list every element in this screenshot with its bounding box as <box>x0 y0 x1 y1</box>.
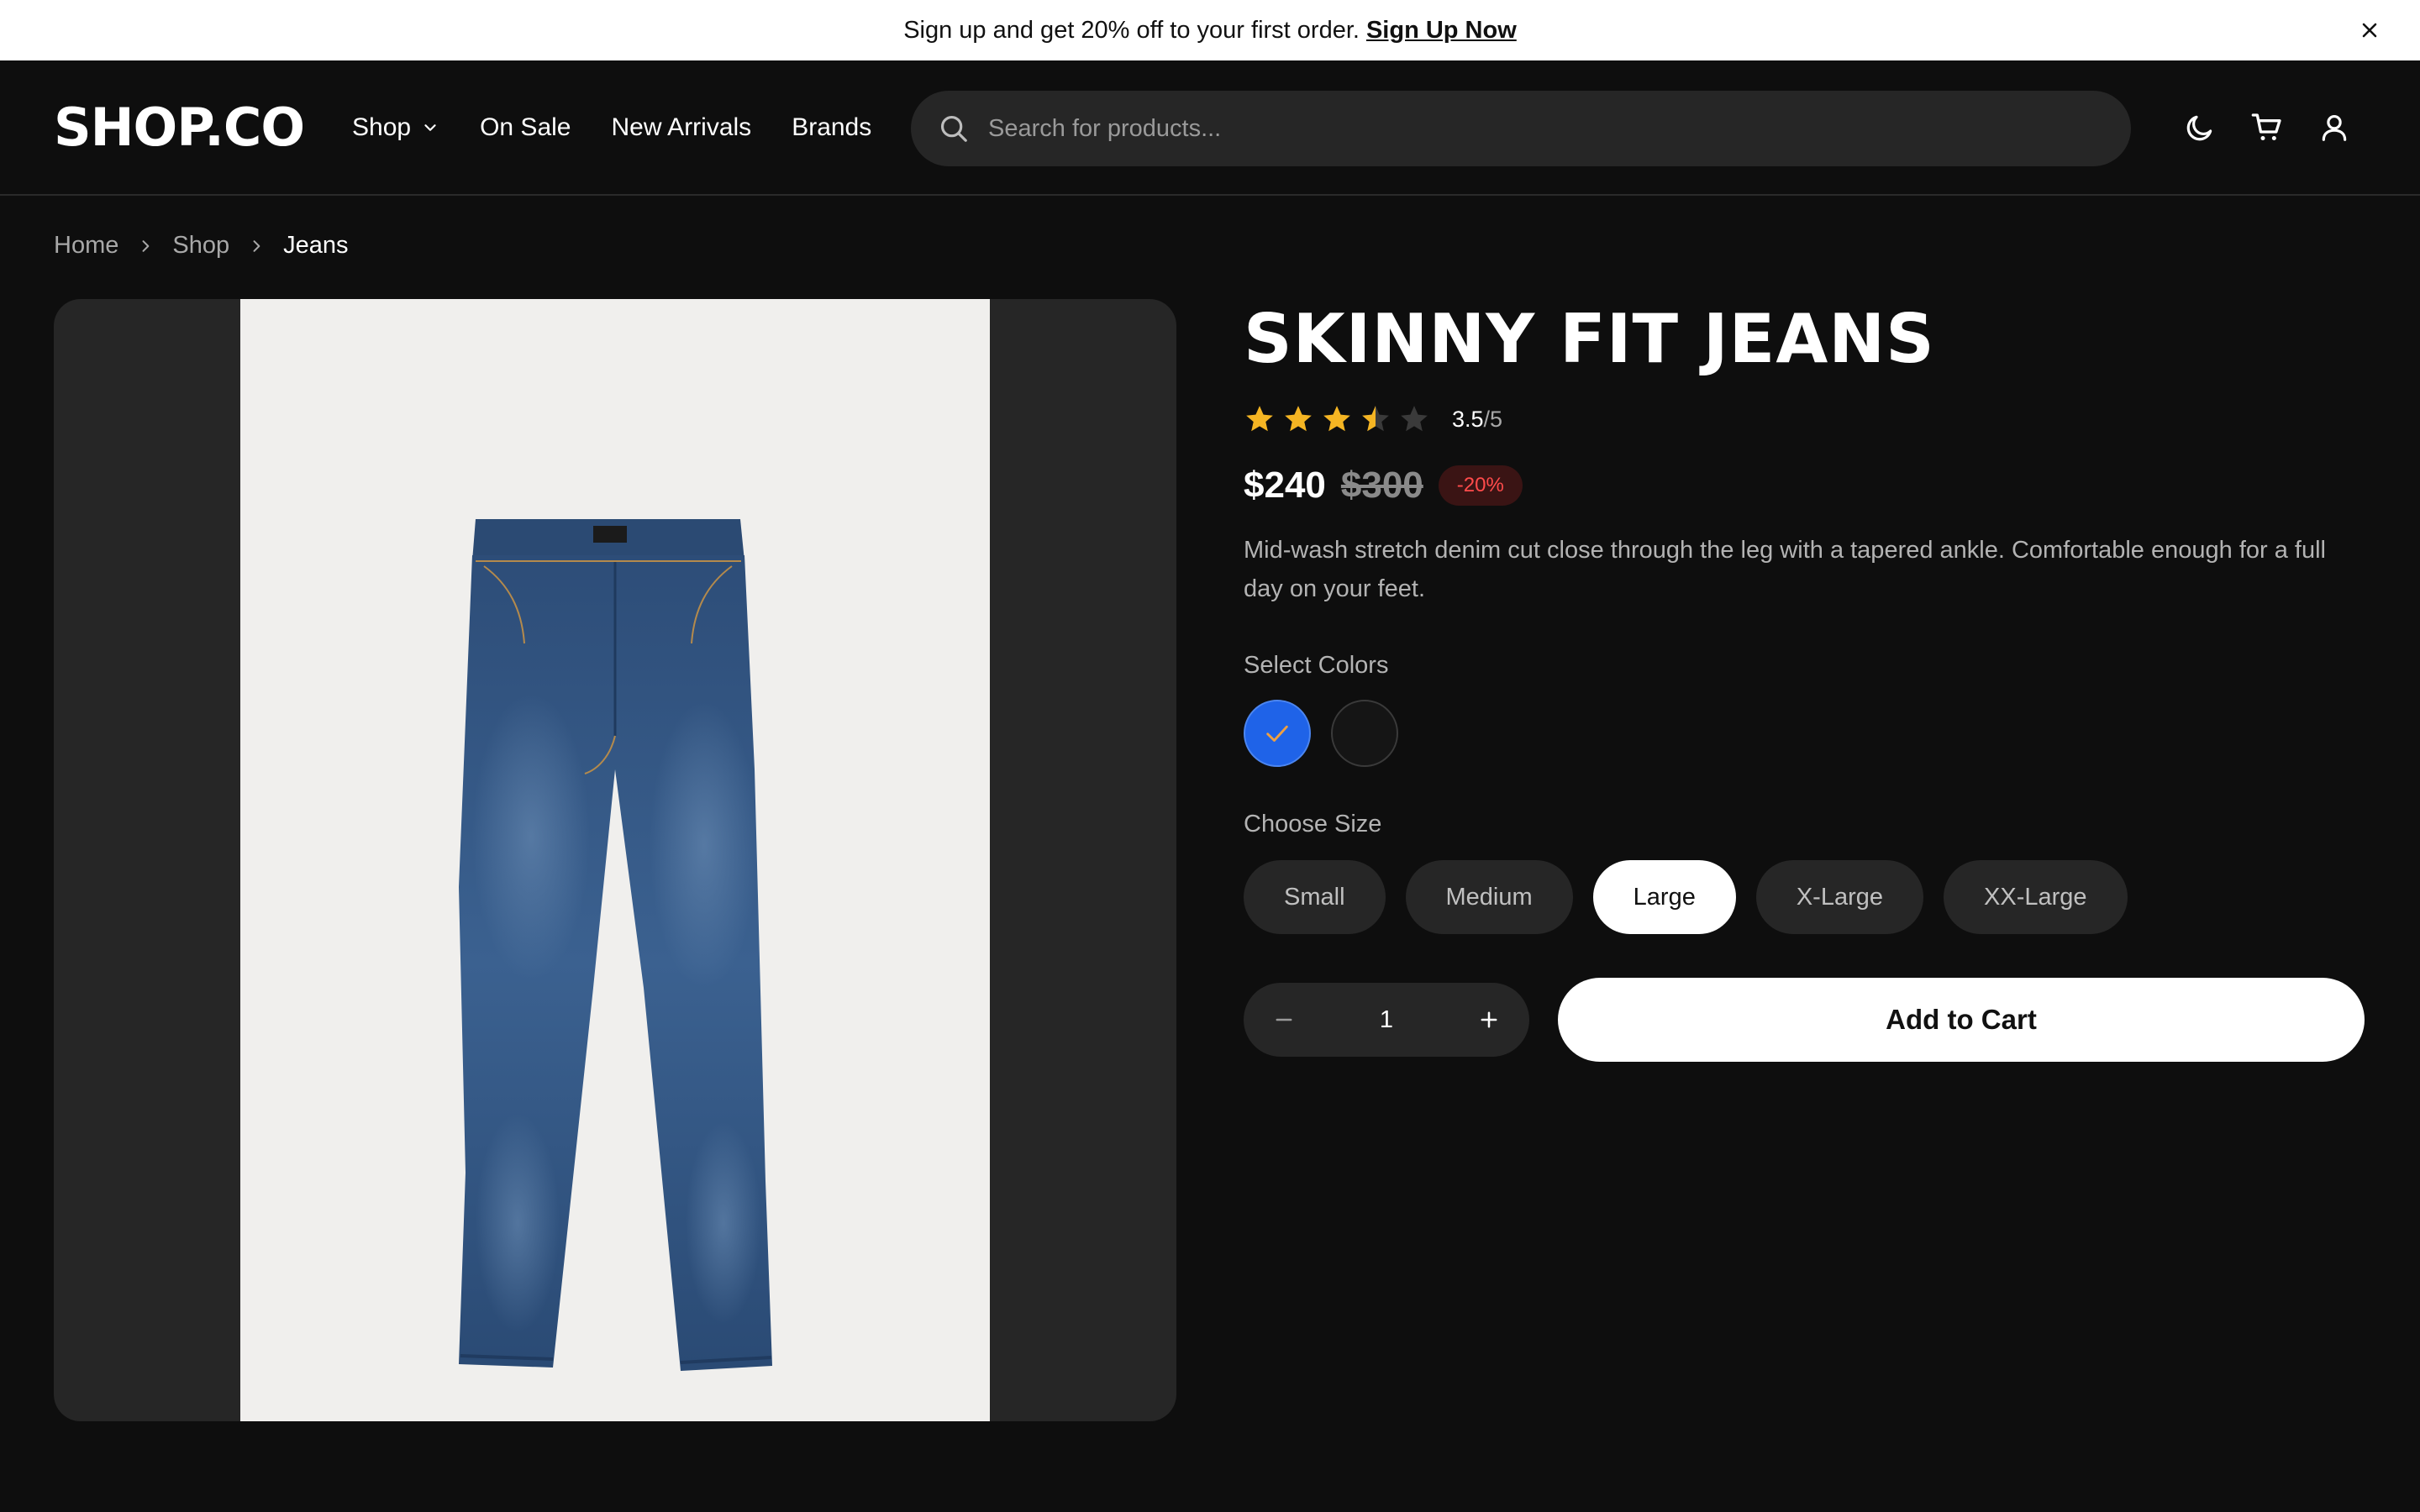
rating-stars <box>1244 403 1437 435</box>
colors-label: Select Colors <box>1244 652 1389 679</box>
star-icon <box>1285 406 1312 432</box>
size-small[interactable]: Small <box>1244 860 1386 934</box>
product-info: SKINNY FIT JEANS 3.5/5 $240 $300 -20% Mi… <box>1244 299 2366 1062</box>
size-x-large[interactable]: X-Large <box>1755 860 1924 934</box>
moon-icon[interactable] <box>2181 109 2218 146</box>
jeans-image <box>459 519 772 1371</box>
search-input[interactable] <box>988 114 2081 143</box>
rating-max: /5 <box>1483 406 1503 432</box>
chevron-right-icon <box>248 238 265 255</box>
star-empty-icon <box>1401 406 1428 432</box>
size-large[interactable]: Large <box>1592 860 1736 934</box>
quantity-stepper: 1 <box>1244 983 1529 1057</box>
minus-icon[interactable] <box>1265 1001 1302 1038</box>
original-price: $300 <box>1340 465 1423 506</box>
color-swatch-blue[interactable] <box>1244 700 1311 767</box>
chevron-down-icon <box>424 124 436 131</box>
star-icon <box>1246 406 1273 432</box>
product-rating: 3.5/5 <box>1244 400 2366 438</box>
nav-shop-label: Shop <box>352 113 412 141</box>
breadcrumb: Home Shop Jeans <box>54 232 348 260</box>
product-image <box>240 299 990 1421</box>
cart-icon[interactable] <box>2249 109 2286 146</box>
search-bar <box>911 91 2131 166</box>
size-options: Small Medium Large X-Large XX-Large <box>1244 860 2366 934</box>
breadcrumb-shop[interactable]: Shop <box>172 232 229 260</box>
logo[interactable]: SHOP.CO <box>54 97 305 158</box>
size-medium[interactable]: Medium <box>1405 860 1573 934</box>
header-actions <box>2151 109 2353 146</box>
nav-on-sale[interactable]: On Sale <box>480 113 571 142</box>
star-icon <box>1323 406 1350 432</box>
discount-badge: -20% <box>1438 465 1523 506</box>
price-row: $240 $300 -20% <box>1244 462 2366 509</box>
sign-up-link[interactable]: Sign Up Now <box>1366 17 1517 45</box>
breadcrumb-home[interactable]: Home <box>54 232 118 260</box>
search-icon <box>940 115 967 142</box>
product-description: Mid-wash stretch denim cut close through… <box>1244 537 2326 602</box>
main-nav: Shop On Sale New Arrivals Brands <box>352 108 912 148</box>
nav-brands[interactable]: Brands <box>792 113 871 142</box>
product-image-panel <box>54 299 1176 1421</box>
close-icon[interactable] <box>2354 15 2385 45</box>
plus-icon[interactable] <box>1470 1001 1507 1038</box>
nav-new-arrivals[interactable]: New Arrivals <box>611 113 751 142</box>
nav-shop[interactable]: Shop <box>352 113 439 142</box>
rating-value: 3.5/5 <box>1452 407 1502 433</box>
size-xx-large[interactable]: XX-Large <box>1944 860 2128 934</box>
current-price: $240 <box>1244 465 1326 506</box>
product-title: SKINNY FIT JEANS <box>1244 300 1935 378</box>
promo-bar: Sign up and get 20% off to your first or… <box>0 0 2420 60</box>
add-to-cart-button[interactable]: Add to Cart <box>1558 978 2365 1062</box>
site-header: SHOP.CO Shop On Sale New Arrivals Brands <box>0 60 2420 196</box>
rating-score: 3.5 <box>1452 406 1484 432</box>
color-swatch-black[interactable] <box>1331 700 1398 767</box>
check-icon <box>1266 725 1288 742</box>
user-icon[interactable] <box>2316 109 2353 146</box>
color-options <box>1244 700 2366 767</box>
purchase-actions: 1 Add to Cart <box>1244 978 2366 1062</box>
breadcrumb-jeans: Jeans <box>283 232 349 259</box>
size-label: Choose Size <box>1244 811 1382 837</box>
star-half-icon <box>1362 406 1389 432</box>
quantity-value: 1 <box>1379 1005 1394 1033</box>
promo-text: Sign up and get 20% off to your first or… <box>903 16 1360 44</box>
chevron-right-icon <box>137 238 154 255</box>
